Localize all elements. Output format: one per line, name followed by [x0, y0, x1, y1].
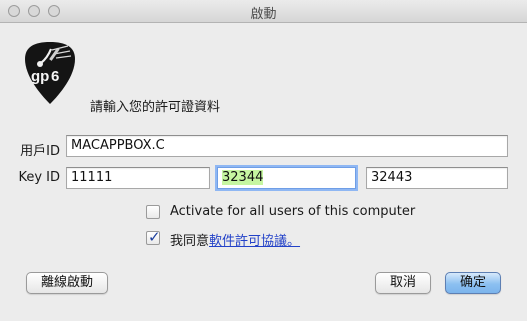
all-users-checkbox[interactable] — [146, 205, 160, 219]
guitar-pro-logo-icon: gp 6 — [25, 42, 75, 104]
user-id-field[interactable]: MACAPPBOX.C — [66, 135, 508, 157]
checkmark-icon: ✓ — [148, 228, 161, 246]
title-bar: 啟動 — [0, 0, 527, 23]
svg-text:6: 6 — [51, 68, 59, 85]
all-users-label: Activate for all users of this computer — [170, 204, 416, 219]
window-title: 啟動 — [250, 7, 277, 22]
user-id-label: 用戶ID — [20, 144, 60, 159]
key-id-label: Key ID — [18, 170, 60, 185]
agree-label: 我同意軟件許可協議。 — [170, 230, 300, 249]
ok-button[interactable]: 确定 — [445, 272, 501, 294]
agree-checkbox[interactable]: ✓ — [146, 228, 161, 246]
offline-activation-button[interactable]: 離線啟動 — [26, 272, 108, 294]
license-agreement-link[interactable]: 軟件許可協議。 — [209, 234, 300, 249]
key-id-field-1[interactable]: 11111 — [66, 167, 210, 189]
agree-prefix: 我同意 — [170, 234, 210, 249]
cancel-button[interactable]: 取消 — [375, 272, 431, 294]
svg-text:gp: gp — [31, 68, 49, 85]
key-id-field-2[interactable]: 32344 — [217, 167, 356, 189]
key-id-field-3[interactable]: 32443 — [366, 167, 508, 189]
license-prompt: 請輸入您的許可證資料 — [90, 100, 221, 115]
